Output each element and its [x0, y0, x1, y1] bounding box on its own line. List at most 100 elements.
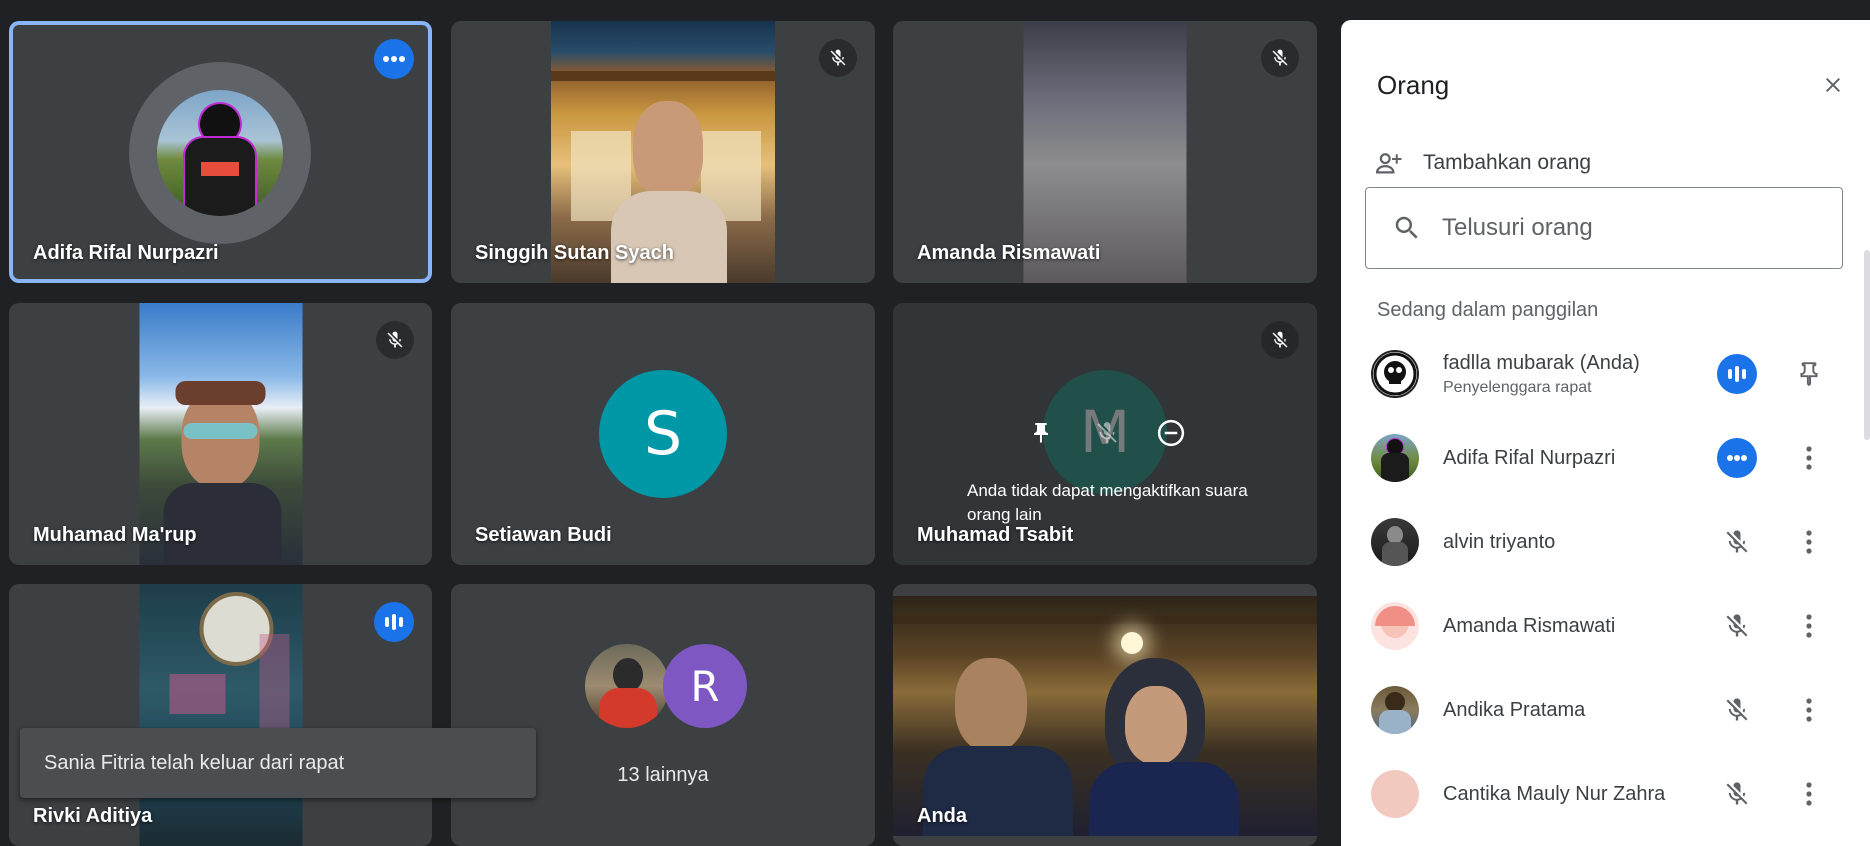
mic-off-indicator: [1717, 690, 1757, 730]
more-options-button[interactable]: [1789, 690, 1829, 730]
participant-name: Cantika Mauly Nur Zahra: [1443, 782, 1666, 805]
participant-name: Andika Pratama: [1443, 698, 1586, 721]
mic-off-icon: [1726, 782, 1748, 805]
more-vertical-icon: [1806, 614, 1812, 638]
person-add-icon: [1375, 153, 1402, 174]
pin-button[interactable]: [1023, 415, 1059, 451]
add-people-label: Tambahkan orang: [1423, 151, 1592, 174]
more-horizontal-icon: [1727, 455, 1747, 461]
tile-name: Muhamad Tsabit: [917, 524, 1074, 546]
participant-row: alvin triyanto: [1371, 512, 1841, 572]
participant-tile-rivki[interactable]: Rivki Aditiya: [9, 584, 432, 846]
participant-row: Andika Pratama: [1371, 680, 1841, 740]
more-participants-tile[interactable]: R 13 lainnya: [451, 584, 875, 846]
avatar: S: [599, 370, 727, 498]
mic-off-indicator: [1261, 39, 1299, 77]
mic-off-indicator: [1717, 606, 1757, 646]
notification-toast: Sania Fitria telah keluar dari rapat: [20, 728, 536, 798]
skull-logo-icon: [1373, 352, 1417, 396]
participant-role: Penyelenggara rapat: [1443, 378, 1592, 396]
more-horizontal-icon: [383, 56, 405, 62]
avatar: [1371, 686, 1419, 734]
mic-off-indicator: [819, 39, 857, 77]
mic-off-indicator: [1717, 522, 1757, 562]
more-vertical-icon: [1806, 446, 1812, 470]
speaking-indicator: [1717, 438, 1757, 478]
participant-row: Adifa Rifal Nurpazri: [1371, 428, 1841, 488]
pin-icon: [1800, 362, 1818, 387]
speaking-indicator: [374, 602, 414, 642]
participant-row: Amanda Rismawati: [1371, 596, 1841, 656]
more-options-button[interactable]: [374, 39, 414, 79]
overlay-message: Anda tidak dapat mengaktifkan suara oran…: [967, 481, 1248, 524]
panel-title: Orang: [1377, 70, 1450, 100]
more-options-button[interactable]: [1789, 606, 1829, 646]
more-options-button[interactable]: [1789, 438, 1829, 478]
tile-name: Muhamad Ma'rup: [33, 524, 197, 546]
participant-tile-adifa[interactable]: Adifa Rifal Nurpazri: [9, 21, 432, 283]
mic-off-icon: [1726, 698, 1748, 721]
more-vertical-icon: [1806, 530, 1812, 554]
avatar: R: [663, 644, 747, 728]
close-panel-button[interactable]: [1816, 68, 1850, 102]
mic-off-indicator: [1261, 321, 1299, 359]
avatar: [585, 644, 669, 728]
remove-participant-button[interactable]: [1153, 415, 1189, 451]
mic-off-icon: [1097, 422, 1117, 443]
people-panel: Orang Tambahkan orang Sedang dalam pangg…: [1341, 20, 1870, 846]
add-people-button[interactable]: Tambahkan orang: [1371, 148, 1591, 178]
mic-off-icon: [387, 331, 403, 348]
participant-tile-setiawan[interactable]: S Setiawan Budi: [451, 303, 875, 565]
speaking-indicator: [1717, 354, 1757, 394]
participant-row: fadlla mubarak (Anda) Penyelenggara rapa…: [1371, 344, 1841, 404]
avatar: [1371, 770, 1419, 818]
search-people-input[interactable]: [1440, 213, 1824, 243]
tile-name: Setiawan Budi: [475, 524, 612, 546]
mic-off-icon: [1726, 530, 1748, 553]
remove-circle-icon: [1157, 419, 1185, 447]
mic-off-indicator: [1717, 774, 1757, 814]
participant-name: fadlla mubarak (Anda): [1443, 351, 1640, 374]
participant-video: [893, 596, 1317, 836]
audio-level-icon: [385, 614, 403, 630]
search-icon: [1395, 216, 1418, 239]
avatar: [157, 90, 283, 216]
mic-off-icon: [830, 49, 846, 66]
mic-off-indicator: [376, 321, 414, 359]
avatar: [1371, 518, 1419, 566]
tile-name: Rivki Aditiya: [33, 805, 153, 827]
participant-name: Amanda Rismawati: [1443, 614, 1616, 637]
mic-off-icon: [1272, 331, 1288, 348]
more-options-button[interactable]: [1789, 774, 1829, 814]
participant-row: Cantika Mauly Nur Zahra: [1371, 764, 1841, 824]
avatar: [1371, 602, 1419, 650]
tile-name: Adifa Rifal Nurpazri: [33, 242, 219, 264]
participant-tile-singgih[interactable]: Singgih Sutan Syach: [451, 21, 875, 283]
participant-name: Adifa Rifal Nurpazri: [1443, 446, 1616, 469]
avatar: [1371, 434, 1419, 482]
mute-participant-button[interactable]: [1087, 413, 1127, 453]
close-icon: [1826, 78, 1840, 92]
participant-name: alvin triyanto: [1443, 530, 1556, 553]
self-view-tile[interactable]: Anda: [893, 584, 1317, 846]
participant-tile-marup[interactable]: Muhamad Ma'rup: [9, 303, 432, 565]
participant-tile-tsabit[interactable]: M Anda tidak dapat mengaktifkan suara or…: [893, 303, 1317, 565]
tile-name: Anda: [917, 805, 967, 827]
toast-message: Sania Fitria telah keluar dari rapat: [44, 751, 345, 774]
tile-name: Amanda Rismawati: [917, 242, 1101, 264]
tile-name: Singgih Sutan Syach: [475, 242, 674, 264]
participant-video: [139, 584, 302, 846]
more-vertical-icon: [1806, 698, 1812, 722]
panel-scrollbar[interactable]: [1864, 250, 1870, 440]
section-label: Sedang dalam panggilan: [1377, 299, 1599, 321]
more-vertical-icon: [1806, 782, 1812, 806]
participant-tile-amanda[interactable]: Amanda Rismawati: [893, 21, 1317, 283]
pin-icon: [1034, 423, 1048, 443]
audio-level-icon: [1728, 366, 1746, 382]
mic-off-icon: [1726, 614, 1748, 637]
more-options-button[interactable]: [1789, 522, 1829, 562]
avatar: [1371, 350, 1419, 398]
mic-off-icon: [1272, 49, 1288, 66]
search-people-field[interactable]: [1365, 187, 1843, 269]
pin-button[interactable]: [1789, 354, 1829, 394]
